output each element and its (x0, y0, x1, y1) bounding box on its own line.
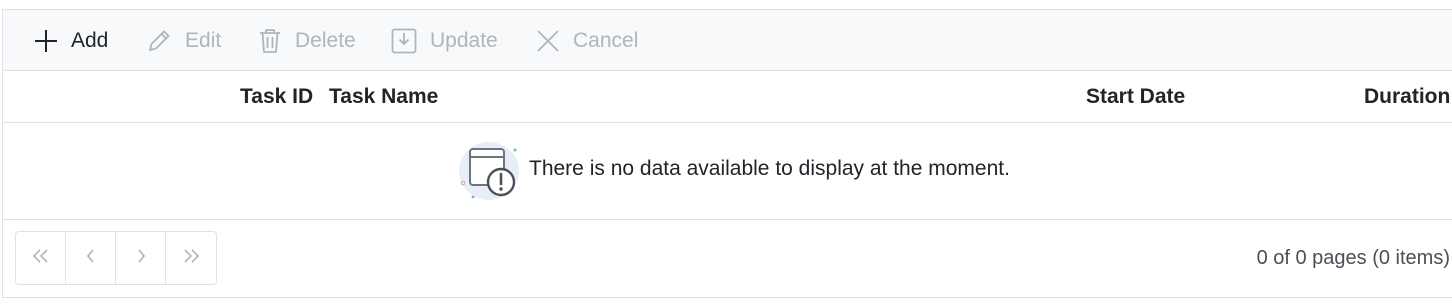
no-data-icon (457, 137, 523, 203)
first-page-button[interactable] (16, 232, 66, 284)
empty-data-row: There is no data available to display at… (3, 123, 1452, 220)
pager-buttons (15, 231, 217, 285)
update-button[interactable]: Update (390, 25, 498, 57)
column-header-start-date[interactable]: Start Date (1086, 71, 1185, 123)
delete-button[interactable]: Delete (257, 25, 356, 57)
column-header-duration[interactable]: Duration (1364, 71, 1450, 123)
pencil-icon (145, 27, 173, 55)
add-button-label: Add (71, 29, 109, 52)
chevron-right-icon (135, 248, 147, 269)
next-page-button[interactable] (116, 232, 166, 284)
tree-grid: Add Edit Delete Update Cancel Task ID Ta… (2, 9, 1452, 298)
delete-button-label: Delete (295, 29, 356, 52)
double-chevron-right-icon (181, 248, 201, 269)
plus-icon (33, 28, 59, 54)
trash-icon (257, 27, 283, 55)
update-button-label: Update (430, 29, 498, 52)
edit-button[interactable]: Edit (145, 25, 221, 57)
save-icon (390, 27, 418, 55)
edit-button-label: Edit (185, 29, 222, 52)
previous-page-button[interactable] (66, 232, 116, 284)
cancel-button-label: Cancel (573, 29, 639, 52)
add-button[interactable]: Add (33, 25, 108, 57)
cancel-button[interactable]: Cancel (535, 25, 638, 57)
chevron-left-icon (85, 248, 97, 269)
last-page-button[interactable] (166, 232, 216, 284)
close-icon (535, 28, 561, 54)
column-header-task-id[interactable]: Task ID (240, 71, 313, 123)
pager: 0 of 0 pages (0 items) (3, 220, 1452, 298)
column-header-task-name[interactable]: Task Name (329, 71, 438, 123)
double-chevron-left-icon (31, 248, 51, 269)
grid-toolbar: Add Edit Delete Update Cancel (3, 10, 1452, 71)
empty-data-message: There is no data available to display at… (529, 157, 1010, 180)
pager-info-text: 0 of 0 pages (0 items) (1256, 247, 1450, 269)
column-header-row: Task ID Task Name Start Date Duration (3, 71, 1452, 123)
